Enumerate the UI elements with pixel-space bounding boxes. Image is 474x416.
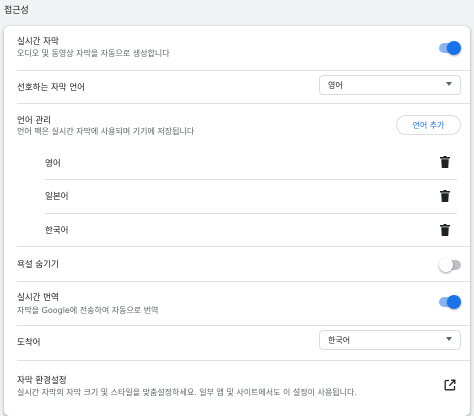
live-translate-title: 실시간 번역 [17, 293, 59, 303]
target-language-value: 한국어 [328, 336, 351, 345]
language-item-english: 영어 [45, 159, 61, 169]
divider [17, 246, 470, 247]
live-caption-title: 실시간 자막 [17, 37, 59, 47]
language-item-japanese: 일본어 [45, 192, 69, 202]
caption-preferences-title: 자막 환경설정 [17, 376, 67, 386]
live-caption-toggle[interactable] [439, 41, 461, 55]
accessibility-card: 실시간 자막 오디오 및 동영상 자막을 자동으로 생성합니다 선호하는 자막 … [4, 26, 470, 416]
chevron-down-icon [446, 337, 452, 341]
hide-profanity-toggle[interactable] [439, 258, 461, 272]
trash-icon[interactable] [440, 190, 450, 202]
preferred-language-label: 선호하는 자막 언어 [17, 83, 85, 93]
divider [17, 360, 470, 361]
divider [17, 281, 470, 282]
divider [17, 70, 470, 71]
divider [45, 179, 457, 180]
add-language-button[interactable]: 언어 추가 [396, 115, 461, 135]
toggle-knob [447, 41, 461, 55]
language-management-title: 언어 관리 [17, 116, 51, 126]
live-caption-desc: 오디오 및 동영상 자막을 자동으로 생성합니다 [17, 49, 170, 58]
external-link-icon[interactable] [444, 379, 456, 391]
preferred-language-select[interactable]: 영어 [319, 75, 461, 95]
trash-icon[interactable] [440, 156, 450, 168]
divider [17, 325, 470, 326]
language-item-korean: 한국어 [45, 226, 69, 236]
caption-preferences-desc: 실시간 자막의 자막 크기 및 스타일을 맞춤설정하세요. 일부 앱 및 사이트… [17, 388, 357, 397]
live-translate-toggle[interactable] [439, 295, 461, 309]
toggle-knob [439, 258, 453, 272]
toggle-knob [447, 295, 461, 309]
chevron-down-icon [446, 82, 452, 86]
language-management-desc: 언어 팩은 실시간 자막에 사용되며 기기에 저장됩니다 [17, 127, 195, 136]
section-title: 접근성 [4, 6, 29, 16]
trash-icon[interactable] [440, 224, 450, 236]
hide-profanity-label: 욕설 숨기기 [17, 260, 59, 270]
target-language-label: 도착어 [17, 338, 41, 348]
divider [45, 213, 457, 214]
preferred-language-value: 영어 [328, 81, 343, 90]
target-language-select[interactable]: 한국어 [319, 330, 461, 350]
live-translate-desc: 자막을 Google에 전송하여 자동으로 번역 [17, 306, 159, 315]
divider [17, 103, 470, 104]
